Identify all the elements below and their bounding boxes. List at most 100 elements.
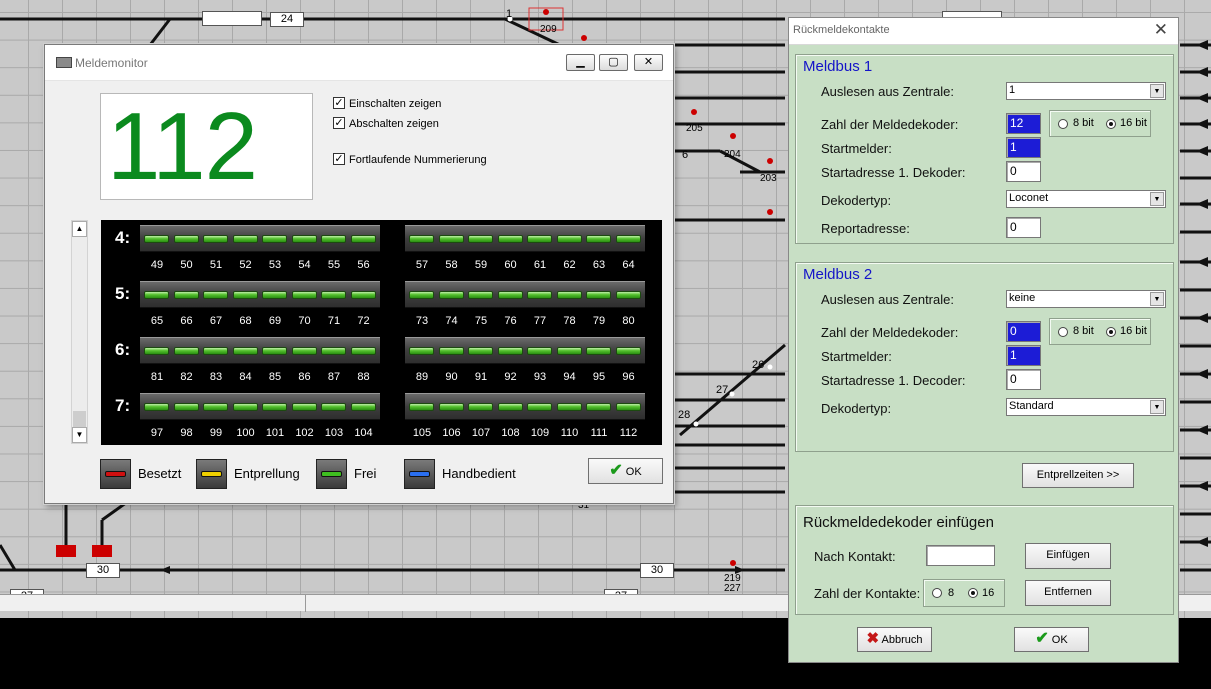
contact-led[interactable] <box>468 347 493 355</box>
radio-16-kontakte[interactable] <box>968 588 978 598</box>
contact-led[interactable] <box>497 235 523 243</box>
scroll-down-button[interactable]: ▼ <box>72 427 87 443</box>
contact-led[interactable] <box>350 403 376 411</box>
contact-led[interactable] <box>468 403 493 411</box>
close-button[interactable]: ✕ <box>634 54 663 71</box>
contact-led[interactable] <box>173 403 199 411</box>
option-abschalten[interactable]: ✓ Abschalten zeigen <box>333 117 439 133</box>
contact-led[interactable] <box>615 291 641 299</box>
mb1-anzahl-input[interactable]: 12 <box>1006 113 1041 134</box>
contact-led[interactable] <box>173 235 199 243</box>
mb2-typ-select[interactable]: Standard ▼ <box>1006 398 1166 416</box>
scroll-thumb[interactable] <box>73 411 86 427</box>
mb1-zentrale-select[interactable]: 1 ▼ <box>1006 82 1166 100</box>
meldemonitor-titlebar[interactable]: Meldemonitor ▁ ▢ ✕ <box>45 45 673 81</box>
contact-led[interactable] <box>556 403 582 411</box>
contact-led[interactable] <box>144 235 169 243</box>
contact-led[interactable] <box>527 235 552 243</box>
contact-led[interactable] <box>291 291 317 299</box>
mb1-typ-select[interactable]: Loconet ▼ <box>1006 190 1166 208</box>
mb2-radio-16bit[interactable] <box>1106 327 1116 337</box>
contact-led[interactable] <box>409 347 434 355</box>
contact-led[interactable] <box>203 347 228 355</box>
contact-led[interactable] <box>438 291 464 299</box>
contact-led[interactable] <box>144 347 169 355</box>
contact-led[interactable] <box>409 291 434 299</box>
mb1-startmelder-input[interactable]: 1 <box>1006 137 1041 158</box>
contact-led[interactable] <box>527 347 552 355</box>
contact-led[interactable] <box>291 347 317 355</box>
entprellzeiten-button[interactable]: Entprellzeiten >> <box>1022 463 1134 488</box>
contact-led[interactable] <box>232 347 258 355</box>
contact-led[interactable] <box>350 235 376 243</box>
contact-led[interactable] <box>262 291 287 299</box>
option-einschalten[interactable]: ✓ Einschalten zeigen <box>333 97 441 113</box>
mb1-radio-8bit[interactable] <box>1058 119 1068 129</box>
contact-led[interactable] <box>556 347 582 355</box>
contact-led[interactable] <box>409 403 434 411</box>
mb2-startmelder-input[interactable]: 1 <box>1006 345 1041 366</box>
contact-led[interactable] <box>232 235 258 243</box>
mb2-anzahl-input[interactable]: 0 <box>1006 321 1041 342</box>
contact-led[interactable] <box>350 347 376 355</box>
contact-led[interactable] <box>468 291 493 299</box>
maximize-button[interactable]: ▢ <box>599 54 628 71</box>
minimize-button[interactable]: ▁ <box>566 54 595 71</box>
contact-led[interactable] <box>321 235 346 243</box>
contact-led[interactable] <box>262 347 287 355</box>
contact-led[interactable] <box>232 291 258 299</box>
contact-led[interactable] <box>497 347 523 355</box>
contact-led[interactable] <box>586 347 611 355</box>
contact-led[interactable] <box>586 403 611 411</box>
dialog-titlebar[interactable]: Rückmeldekontakte ✕ <box>789 18 1178 45</box>
mb1-radio-16bit[interactable] <box>1106 119 1116 129</box>
entfernen-button[interactable]: Entfernen <box>1025 580 1111 606</box>
option-nummerierung[interactable]: ✓ Fortlaufende Nummerierung <box>333 153 487 169</box>
monitor-ok-button[interactable]: ✔ OK <box>588 458 663 484</box>
mb2-zentrale-select[interactable]: keine ▼ <box>1006 290 1166 308</box>
dialog-close-icon[interactable]: ✕ <box>1154 20 1168 40</box>
led-scrollbar[interactable]: ▲ ▼ <box>71 220 88 444</box>
contact-led[interactable] <box>173 347 199 355</box>
contact-led[interactable] <box>497 403 523 411</box>
contact-led[interactable] <box>527 291 552 299</box>
radio-8-kontakte[interactable] <box>932 588 942 598</box>
contact-led[interactable] <box>468 235 493 243</box>
contact-led[interactable] <box>262 403 287 411</box>
mb2-radio-8bit[interactable] <box>1058 327 1068 337</box>
contact-led[interactable] <box>556 291 582 299</box>
mb1-report-input[interactable]: 0 <box>1006 217 1041 238</box>
contact-led[interactable] <box>527 403 552 411</box>
contact-led[interactable] <box>438 347 464 355</box>
mb1-startadresse-input[interactable]: 0 <box>1006 161 1041 182</box>
abbruch-button[interactable]: ✖ Abbruch <box>857 627 932 652</box>
contact-led[interactable] <box>586 235 611 243</box>
checkbox-nummerierung[interactable]: ✓ <box>333 153 345 166</box>
einfuegen-button[interactable]: Einfügen <box>1025 543 1111 569</box>
contact-led[interactable] <box>144 403 169 411</box>
contact-led[interactable] <box>615 347 641 355</box>
contact-led[interactable] <box>144 291 169 299</box>
contact-led[interactable] <box>350 291 376 299</box>
contact-led[interactable] <box>232 403 258 411</box>
contact-led[interactable] <box>291 235 317 243</box>
contact-led[interactable] <box>321 403 346 411</box>
dialog-ok-button[interactable]: ✔ OK <box>1014 627 1089 652</box>
contact-led[interactable] <box>321 347 346 355</box>
contact-led[interactable] <box>203 235 228 243</box>
mb2-startadresse-input[interactable]: 0 <box>1006 369 1041 390</box>
contact-led[interactable] <box>203 403 228 411</box>
contact-led[interactable] <box>497 291 523 299</box>
contact-led[interactable] <box>262 235 287 243</box>
contact-led[interactable] <box>291 403 317 411</box>
contact-led[interactable] <box>438 403 464 411</box>
contact-led[interactable] <box>556 235 582 243</box>
contact-led[interactable] <box>586 291 611 299</box>
contact-led[interactable] <box>438 235 464 243</box>
contact-led[interactable] <box>615 403 641 411</box>
contact-led[interactable] <box>203 291 228 299</box>
checkbox-einschalten[interactable]: ✓ <box>333 97 345 110</box>
nach-kontakt-input[interactable] <box>926 545 995 566</box>
scroll-up-button[interactable]: ▲ <box>72 221 87 237</box>
contact-led[interactable] <box>321 291 346 299</box>
